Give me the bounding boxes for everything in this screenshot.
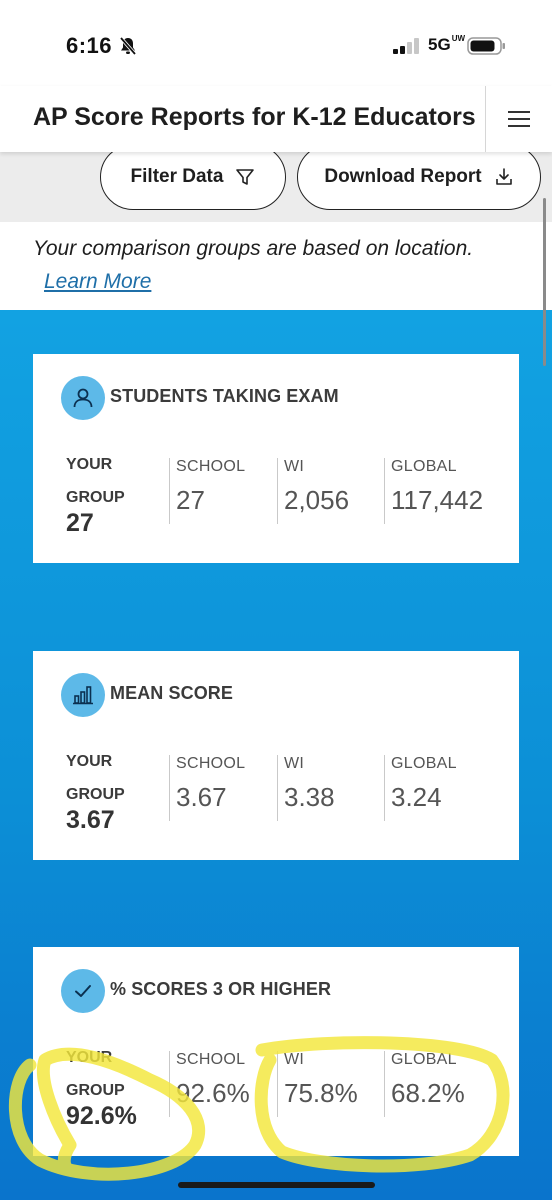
state-label: WI <box>284 458 305 475</box>
your-group-label: YOUR GROUP <box>66 745 125 811</box>
status-bar: 6:16 5GUW <box>0 0 552 86</box>
global-value: 3.24 <box>391 782 442 812</box>
group-label: GROUP <box>66 1082 125 1099</box>
filter-icon <box>236 169 255 185</box>
network-label: 5G <box>428 35 451 54</box>
app-header: AP Score Reports for K-12 Educators <box>0 86 552 152</box>
hamburger-menu-icon[interactable] <box>500 104 538 134</box>
global-value: 68.2% <box>391 1078 465 1108</box>
card-title: MEAN SCORE <box>110 683 234 703</box>
students-taking-exam-card: STUDENTS TAKING EXAM YOUR GROUP 27 SCHOOL… <box>33 354 519 563</box>
school-value: 3.67 <box>176 782 227 812</box>
state-column: WI 2,056 <box>277 458 349 524</box>
action-toolbar: Filter Data Download Report <box>0 144 552 222</box>
your-group-value: 3.67 <box>66 806 115 834</box>
learn-more-link[interactable]: Learn More <box>44 270 151 294</box>
stats-section: STUDENTS TAKING EXAM YOUR GROUP 27 SCHOOL… <box>0 310 552 1200</box>
state-value: 75.8% <box>284 1078 358 1108</box>
school-column: SCHOOL 27 <box>169 458 245 524</box>
your-label: YOUR <box>66 1049 113 1066</box>
header-divider <box>485 86 486 152</box>
card-title: % SCORES 3 OR HIGHER <box>110 979 332 999</box>
checkmark-icon <box>61 969 105 1013</box>
your-group-value: 27 <box>66 509 94 537</box>
your-group-label: YOUR GROUP <box>66 448 125 514</box>
state-label: WI <box>284 1051 305 1068</box>
page-scrollbar[interactable] <box>543 198 546 366</box>
person-icon <box>61 376 105 420</box>
state-label: WI <box>284 755 305 772</box>
global-column: GLOBAL 3.24 <box>384 755 457 821</box>
school-value: 92.6% <box>176 1078 250 1108</box>
global-column: GLOBAL 68.2% <box>384 1051 465 1117</box>
global-value: 117,442 <box>391 485 484 515</box>
your-label: YOUR <box>66 753 113 770</box>
state-value: 2,056 <box>284 485 350 515</box>
state-column: WI 3.38 <box>277 755 335 821</box>
status-time: 6:16 <box>66 33 113 58</box>
home-indicator[interactable] <box>178 1182 375 1188</box>
global-column: GLOBAL 117,442 <box>384 458 483 524</box>
school-label: SCHOOL <box>176 458 246 475</box>
download-report-button[interactable]: Download Report <box>297 144 541 210</box>
download-icon <box>495 168 512 185</box>
your-label: YOUR <box>66 456 113 473</box>
battery-icon <box>467 37 505 55</box>
your-group-value: 92.6% <box>66 1102 137 1130</box>
group-label: GROUP <box>66 786 125 803</box>
scores-3-or-higher-card: % SCORES 3 OR HIGHER YOUR GROUP 92.6% SCH… <box>33 947 519 1156</box>
school-column: SCHOOL 92.6% <box>169 1051 250 1117</box>
filter-data-button[interactable]: Filter Data <box>100 144 286 210</box>
school-label: SCHOOL <box>176 755 246 772</box>
bell-muted-icon <box>119 36 137 56</box>
global-label: GLOBAL <box>391 755 457 772</box>
download-report-label: Download Report <box>324 166 482 187</box>
your-group-label: YOUR GROUP <box>66 1041 125 1107</box>
global-label: GLOBAL <box>391 458 457 475</box>
comparison-info: Your comparison groups are based on loca… <box>0 222 552 310</box>
network-sup: UW <box>451 34 466 43</box>
network-type: 5GUW <box>428 35 465 55</box>
state-value: 3.38 <box>284 782 335 812</box>
mean-score-card: MEAN SCORE YOUR GROUP 3.67 SCHOOL 3.67 WI… <box>33 651 519 860</box>
bar-chart-icon <box>61 673 105 717</box>
state-column: WI 75.8% <box>277 1051 358 1117</box>
school-value: 27 <box>176 485 205 515</box>
school-column: SCHOOL 3.67 <box>169 755 245 821</box>
signal-strength-icon <box>393 38 419 54</box>
filter-data-label: Filter Data <box>130 166 224 187</box>
page-title: AP Score Reports for K-12 Educators <box>33 103 476 131</box>
card-title: STUDENTS TAKING EXAM <box>110 386 339 406</box>
group-label: GROUP <box>66 489 125 506</box>
school-label: SCHOOL <box>176 1051 246 1068</box>
global-label: GLOBAL <box>391 1051 457 1068</box>
comparison-info-text: Your comparison groups are based on loca… <box>33 237 474 260</box>
